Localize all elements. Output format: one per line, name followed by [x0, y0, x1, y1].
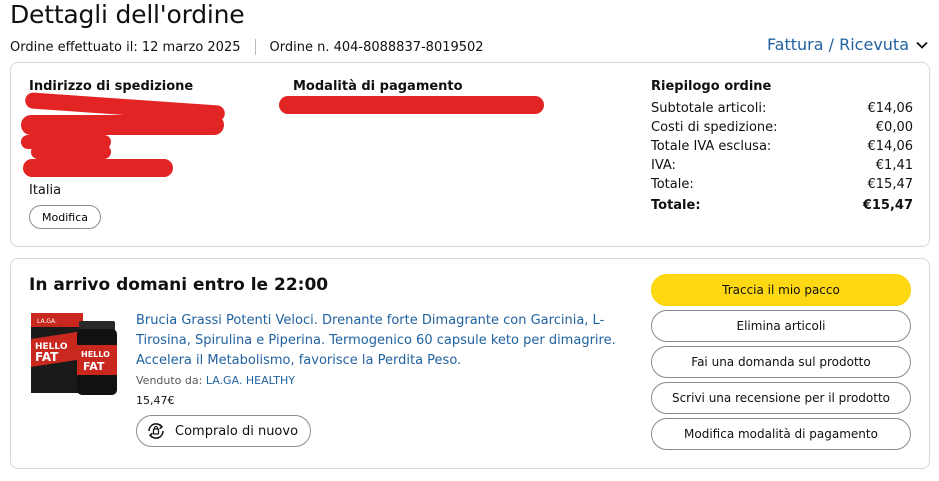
summary-row: Costi di spedizione: €0,00 — [651, 120, 913, 135]
summary-value: €1,41 — [875, 158, 913, 173]
redacted-address-line — [31, 145, 111, 159]
product-brand-text: LA.GA. — [37, 318, 57, 325]
shipment-box: In arrivo domani entro le 22:00 LA.GA. H… — [10, 258, 930, 469]
invoice-dropdown[interactable]: Fattura / Ricevuta — [767, 35, 929, 54]
redacted-address-line — [23, 159, 173, 177]
order-summary: Subtotale articoli: €14,06 Costi di sped… — [651, 101, 913, 217]
summary-value: €15,47 — [867, 177, 914, 192]
summary-row: Subtotale articoli: €14,06 — [651, 101, 913, 116]
summary-label: Subtotale articoli: — [651, 101, 767, 116]
order-meta: Ordine effettuato il: 12 marzo 2025 Ordi… — [10, 39, 484, 55]
summary-label: Costi di spedizione: — [651, 120, 778, 135]
shipping-country: Italia — [29, 183, 62, 198]
summary-value: €15,47 — [862, 198, 913, 213]
summary-row: IVA: €1,41 — [651, 158, 913, 173]
summary-label: Totale: — [651, 198, 701, 213]
order-actions: Traccia il mio pacco Elimina articoli Fa… — [651, 274, 911, 454]
track-package-button[interactable]: Traccia il mio pacco — [651, 274, 911, 306]
meta-divider — [254, 39, 256, 55]
svg-text:FAT: FAT — [35, 350, 59, 364]
shipping-address-title: Indirizzo di spedizione — [29, 79, 194, 94]
summary-value: €0,00 — [875, 120, 913, 135]
delivery-status: In arrivo domani entro le 22:00 — [29, 275, 329, 295]
redacted-address-line — [21, 115, 224, 135]
buy-again-button[interactable]: Compralo di nuovo — [136, 415, 312, 447]
payment-method-title: Modalità di pagamento — [293, 79, 463, 94]
product-image-art: LA.GA. HELLO FAT HELLO FAT — [31, 313, 117, 395]
seller-info: Venduto da: LA.GA. HEALTHY — [136, 374, 295, 387]
seller-label: Venduto da: — [136, 374, 203, 387]
order-info-box: Indirizzo di spedizione Italia Modifica … — [10, 62, 930, 247]
chevron-down-icon — [916, 41, 928, 49]
order-number: Ordine n. 404-8088837-8019502 — [269, 39, 484, 55]
product-title-link[interactable]: Brucia Grassi Potenti Veloci. Drenante f… — [136, 311, 616, 371]
svg-text:FAT: FAT — [83, 360, 105, 373]
product-image[interactable]: LA.GA. HELLO FAT HELLO FAT — [29, 309, 121, 399]
order-date: Ordine effettuato il: 12 marzo 2025 — [10, 39, 241, 55]
summary-total-row: Totale: €15,47 — [651, 198, 913, 213]
buy-again-icon — [148, 423, 164, 439]
page-title: Dettagli dell'ordine — [10, 0, 245, 29]
delete-items-button[interactable]: Elimina articoli — [651, 310, 911, 342]
summary-label: Totale: — [651, 177, 694, 192]
summary-row: Totale IVA esclusa: €14,06 — [651, 139, 913, 154]
buy-again-label: Compralo di nuovo — [175, 423, 299, 439]
invoice-link-label: Fattura / Ricevuta — [766, 35, 909, 54]
seller-link[interactable]: LA.GA. HEALTHY — [206, 374, 295, 387]
svg-text:HELLO: HELLO — [81, 350, 110, 359]
order-summary-title: Riepilogo ordine — [651, 79, 772, 94]
summary-label: IVA: — [651, 158, 676, 173]
summary-value: €14,06 — [867, 101, 914, 116]
summary-label: Totale IVA esclusa: — [651, 139, 772, 154]
summary-row: Totale: €15,47 — [651, 177, 913, 192]
item-price: 15,47€ — [136, 394, 175, 407]
summary-value: €14,06 — [867, 139, 914, 154]
ask-question-button[interactable]: Fai una domanda sul prodotto — [651, 346, 911, 378]
edit-address-button[interactable]: Modifica — [29, 205, 101, 229]
write-review-button[interactable]: Scrivi una recensione per il prodotto — [651, 382, 911, 414]
change-payment-button[interactable]: Modifica modalità di pagamento — [651, 418, 911, 450]
redacted-payment-method — [279, 96, 544, 114]
